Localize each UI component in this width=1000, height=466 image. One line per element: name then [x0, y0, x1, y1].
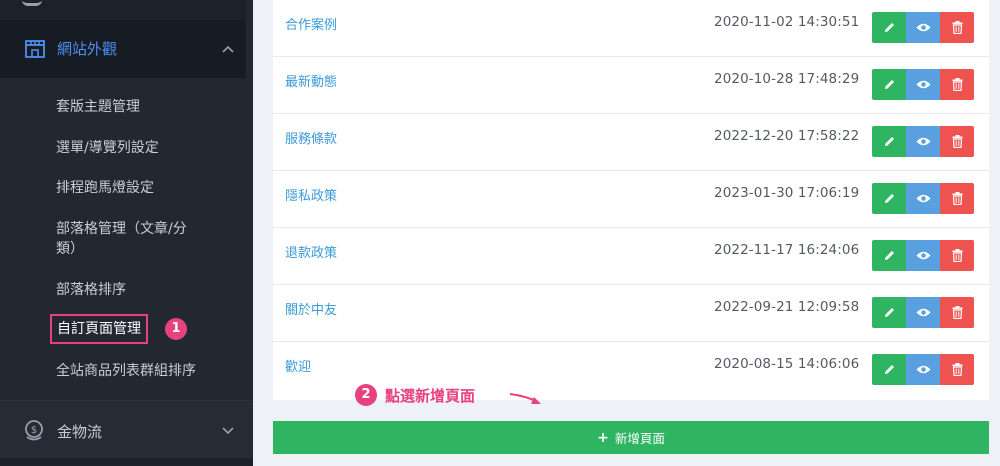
page-title-link[interactable]: 合作案例	[285, 14, 337, 33]
pencil-icon	[884, 365, 894, 374]
table-row: 服務條款 2022-12-20 17:58:22	[273, 114, 989, 171]
menu-section-payment-logistics[interactable]: $ 金物流	[0, 400, 253, 458]
edit-button[interactable]	[872, 12, 906, 43]
delete-button[interactable]	[940, 240, 974, 271]
sidebar-item-theme[interactable]: 套版主題管理	[56, 97, 140, 117]
table-row: 隱私政策 2023-01-30 17:06:19	[273, 171, 989, 228]
pencil-icon	[884, 308, 894, 317]
table-row: 關於中友 2022-09-21 12:09:58	[273, 285, 989, 342]
add-page-button[interactable]: + 新增頁面	[273, 421, 989, 454]
delete-button[interactable]	[940, 12, 974, 43]
pencil-icon	[884, 80, 894, 89]
step-1-badge: 1	[165, 318, 187, 340]
page-date: 2023-01-30 17:06:19	[714, 185, 860, 201]
storefront-icon	[25, 40, 45, 58]
chevron-up-icon	[222, 45, 234, 53]
delete-button[interactable]	[940, 183, 974, 214]
money-bag-icon: $	[25, 420, 43, 441]
eye-icon	[916, 80, 930, 89]
view-button[interactable]	[906, 240, 940, 271]
page-title-link[interactable]: 最新動態	[285, 71, 337, 90]
sidebar-item-blog-sort[interactable]: 部落格排序	[56, 280, 126, 300]
chevron-down-icon	[222, 427, 234, 435]
view-button[interactable]	[906, 354, 940, 385]
edit-button[interactable]	[872, 126, 906, 157]
trash-icon	[952, 192, 962, 205]
pencil-icon	[884, 194, 894, 203]
eye-icon	[916, 194, 930, 203]
add-page-label: 新增頁面	[614, 431, 665, 446]
eye-icon	[916, 23, 930, 32]
delete-button[interactable]	[940, 126, 974, 157]
edit-button[interactable]	[872, 354, 906, 385]
view-button[interactable]	[906, 297, 940, 328]
sidebar-item-product-group-sort[interactable]: 全站商品列表群組排序	[56, 361, 196, 381]
svg-text:$: $	[31, 425, 37, 436]
page-date: 2020-11-02 14:30:51	[714, 14, 860, 30]
edit-button[interactable]	[872, 297, 906, 328]
sidebar-item-custom-pages[interactable]: 自訂頁面管理	[50, 314, 148, 344]
delete-button[interactable]	[940, 297, 974, 328]
trash-icon	[952, 21, 962, 34]
eye-icon	[916, 365, 930, 374]
view-button[interactable]	[906, 126, 940, 157]
section-title: 網站外觀	[57, 40, 118, 58]
menu-section-website-appearance[interactable]: 網站外觀	[0, 20, 246, 78]
trash-icon	[952, 135, 962, 148]
step-2-annotation: 2 點選新增頁面	[355, 384, 475, 406]
delete-button[interactable]	[940, 354, 974, 385]
sidebar-next-section	[0, 458, 253, 466]
page-date: 2020-08-15 14:06:06	[714, 356, 860, 372]
eye-icon	[916, 137, 930, 146]
trash-icon	[952, 249, 962, 262]
edit-button[interactable]	[872, 69, 906, 100]
delete-button[interactable]	[940, 69, 974, 100]
pencil-icon	[884, 137, 894, 146]
sidebar-item-blog-manage[interactable]: 部落格管理（文章/分	[56, 219, 187, 239]
trash-icon	[952, 306, 962, 319]
edit-button[interactable]	[872, 183, 906, 214]
sidebar-item-marquee[interactable]: 排程跑馬燈設定	[56, 178, 154, 198]
arrow-pointer-icon	[509, 393, 541, 404]
pages-table: 合作案例 2020-11-02 14:30:51 最新動態 2020-10-28…	[273, 0, 989, 400]
submenu: 套版主題管理 選單/導覽列設定 排程跑馬燈設定 部落格管理（文章/分 類） 部落…	[0, 78, 246, 400]
eye-icon	[916, 308, 930, 317]
page-title-link[interactable]: 隱私政策	[285, 185, 337, 204]
step-2-text: 點選新增頁面	[385, 386, 476, 405]
sidebar: 網站外觀 套版主題管理 選單/導覽列設定 排程跑馬燈設定 部落格管理（文章/分 …	[0, 0, 253, 466]
edit-button[interactable]	[872, 240, 906, 271]
page-title-link[interactable]: 服務條款	[285, 128, 337, 147]
trash-icon	[952, 78, 962, 91]
plus-icon: +	[597, 429, 609, 446]
page-date: 2022-11-17 16:24:06	[714, 242, 860, 258]
page-title-link[interactable]: 退款政策	[285, 242, 337, 261]
bottom-section-title: 金物流	[57, 423, 103, 441]
page-date: 2020-10-28 17:48:29	[714, 71, 860, 87]
table-row: 退款政策 2022-11-17 16:24:06	[273, 228, 989, 285]
view-button[interactable]	[906, 183, 940, 214]
step-2-badge: 2	[355, 384, 377, 406]
trash-icon	[952, 363, 962, 376]
page-title-link[interactable]: 歡迎	[285, 356, 311, 375]
table-row: 最新動態 2020-10-28 17:48:29	[273, 57, 989, 114]
page-date: 2022-09-21 12:09:58	[714, 299, 860, 315]
page-date: 2022-12-20 17:58:22	[714, 128, 860, 144]
pencil-icon	[884, 251, 894, 260]
previous-section-icon	[22, 0, 42, 6]
view-button[interactable]	[906, 69, 940, 100]
eye-icon	[916, 251, 930, 260]
view-button[interactable]	[906, 12, 940, 43]
page-title-link[interactable]: 關於中友	[285, 299, 337, 318]
pencil-icon	[884, 23, 894, 32]
table-row: 合作案例 2020-11-02 14:30:51	[273, 0, 989, 57]
sidebar-previous-section[interactable]	[0, 0, 246, 20]
sidebar-item-menu-nav[interactable]: 選單/導覽列設定	[56, 138, 159, 158]
sidebar-item-blog-manage-cont[interactable]: 類）	[56, 239, 84, 259]
